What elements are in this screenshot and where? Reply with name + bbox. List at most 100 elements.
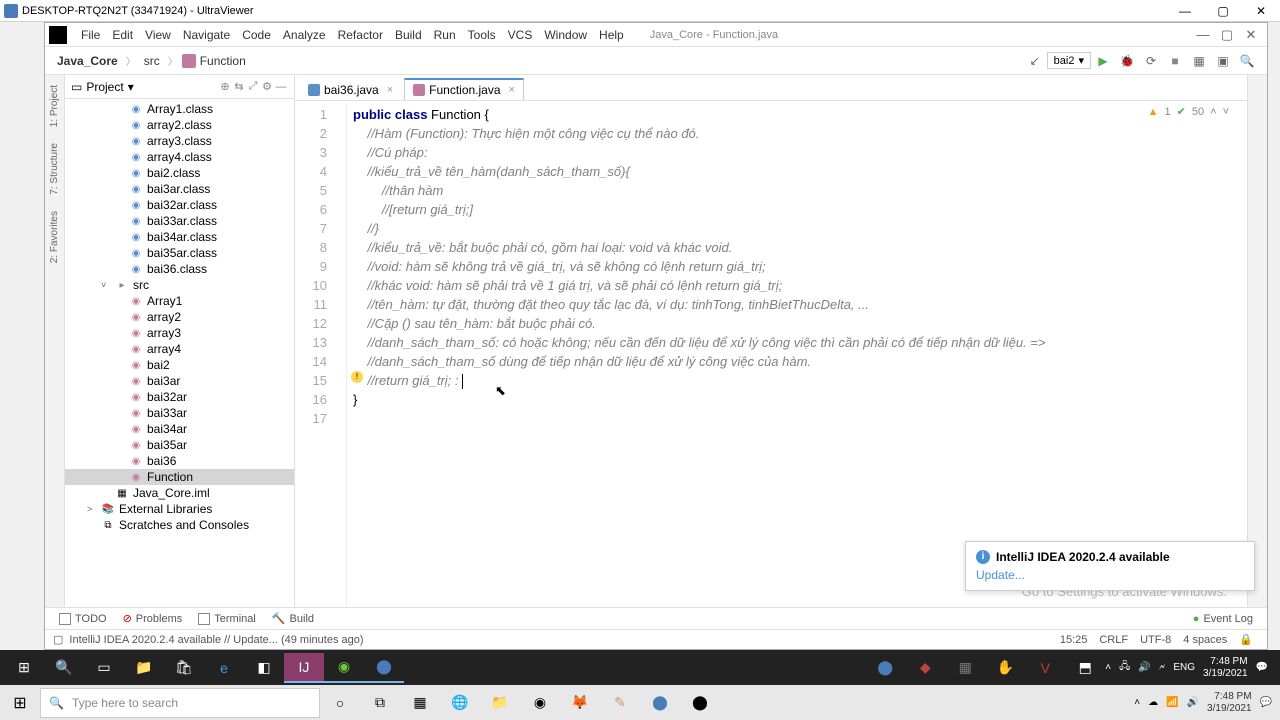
tree-item[interactable]: ˅▸src: [65, 277, 294, 293]
menu-vcs[interactable]: VCS: [502, 28, 539, 42]
file-encoding[interactable]: UTF-8: [1134, 634, 1177, 646]
ultraviewer-taskbar-icon[interactable]: ⬤: [640, 688, 680, 718]
menu-file[interactable]: File: [75, 28, 106, 42]
menu-build[interactable]: Build: [389, 28, 428, 42]
local-clock[interactable]: 7:48 PM3/19/2021: [1207, 691, 1252, 715]
explorer-icon[interactable]: 📁: [480, 688, 520, 718]
dropdown-icon[interactable]: ▾: [128, 80, 134, 94]
menu-code[interactable]: Code: [236, 28, 277, 42]
chevron-up-icon[interactable]: ˄: [1134, 697, 1140, 708]
app-icon[interactable]: ✎: [600, 688, 640, 718]
edge-icon[interactable]: e: [204, 653, 244, 683]
wifi-icon[interactable]: 📶: [1166, 697, 1178, 708]
structure-tool-tab[interactable]: 7: Structure: [47, 137, 62, 201]
tree-item[interactable]: ◉bai35ar: [65, 437, 294, 453]
onedrive-icon[interactable]: ☁: [1148, 697, 1158, 708]
network-icon[interactable]: 🖧: [1119, 659, 1130, 676]
app-icon[interactable]: ▦: [400, 688, 440, 718]
search-box[interactable]: 🔍 Type here to search: [40, 688, 320, 718]
code-editor[interactable]: 1234567891011121314151617 public class F…: [295, 101, 1247, 607]
tree-item[interactable]: ◉bai3ar: [65, 373, 294, 389]
edge-icon[interactable]: 🌐: [440, 688, 480, 718]
tree-item[interactable]: ◉bai36: [65, 453, 294, 469]
volume-icon[interactable]: 🔊: [1138, 662, 1150, 673]
close-icon[interactable]: ×: [509, 84, 515, 96]
volume-icon[interactable]: 🔊: [1187, 697, 1199, 708]
outer-close-button[interactable]: ✕: [1246, 4, 1276, 18]
local-start-button[interactable]: ⊞: [0, 685, 40, 720]
tree-item[interactable]: ◉array2.class: [65, 117, 294, 133]
tray-app-icon[interactable]: ⬤: [865, 653, 905, 683]
tree-item[interactable]: ◉bai2.class: [65, 165, 294, 181]
tree-item[interactable]: ◉array4: [65, 341, 294, 357]
ide-min-button[interactable]: —: [1191, 27, 1215, 42]
search-everywhere-button[interactable]: 🔍: [1236, 50, 1258, 72]
app-icon[interactable]: 🦊: [560, 688, 600, 718]
battery-icon[interactable]: 🗲: [1159, 662, 1166, 673]
notification-link[interactable]: Update...: [976, 568, 1244, 582]
status-icon[interactable]: ▢: [53, 633, 63, 646]
tree-item[interactable]: ◉array3.class: [65, 133, 294, 149]
app-icon[interactable]: ◧: [244, 653, 284, 683]
chevron-up-icon[interactable]: ˄: [1105, 662, 1111, 673]
favorites-tool-tab[interactable]: 2: Favorites: [47, 205, 62, 269]
build-tab[interactable]: 🔨Build: [264, 612, 322, 625]
debug-button[interactable]: 🐞: [1116, 50, 1138, 72]
menu-analyze[interactable]: Analyze: [277, 28, 332, 42]
tray-app-icon[interactable]: ◆: [905, 653, 945, 683]
tree-item[interactable]: ◉Array1.class: [65, 101, 294, 117]
remote-start-button[interactable]: ⊞: [4, 653, 44, 683]
menu-tools[interactable]: Tools: [462, 28, 502, 42]
up-icon[interactable]: ˄: [1210, 106, 1216, 118]
chrome-icon[interactable]: ◉: [520, 688, 560, 718]
caret-position[interactable]: 15:25: [1054, 634, 1094, 646]
ultraviewer-icon[interactable]: ⬤: [364, 653, 404, 683]
project-tool-tab[interactable]: 1: Project: [47, 79, 62, 133]
breadcrumb-project[interactable]: Java_Core: [53, 54, 122, 68]
ide-close-button[interactable]: ✕: [1239, 27, 1263, 43]
explorer-icon[interactable]: 📁: [124, 653, 164, 683]
tree-item[interactable]: ◉Function: [65, 469, 294, 485]
taskview-icon[interactable]: ⧉: [360, 688, 400, 718]
store-icon[interactable]: 🛍: [164, 653, 204, 683]
intention-bulb-icon[interactable]: !: [351, 371, 363, 383]
status-message[interactable]: IntelliJ IDEA 2020.2.4 available // Upda…: [63, 634, 369, 646]
problems-tab[interactable]: ⊘Problems: [115, 612, 191, 625]
tree-item[interactable]: ◉array4.class: [65, 149, 294, 165]
tree-item[interactable]: ▦Java_Core.iml: [65, 485, 294, 501]
tree-item[interactable]: ◉bai2: [65, 357, 294, 373]
tray-app-icon[interactable]: ⬒: [1065, 653, 1105, 683]
remote-taskview-button[interactable]: ▭: [84, 653, 124, 683]
tree-item[interactable]: ◉bai36.class: [65, 261, 294, 277]
menu-refactor[interactable]: Refactor: [332, 28, 389, 42]
tree-item[interactable]: ◉bai32ar: [65, 389, 294, 405]
tree-item[interactable]: ◉bai3ar.class: [65, 181, 294, 197]
line-separator[interactable]: CRLF: [1093, 634, 1134, 646]
tray-app-icon[interactable]: V: [1025, 653, 1065, 683]
tab-bai36[interactable]: bai36.java ×: [299, 79, 402, 100]
run-config-select[interactable]: bai2 ▾: [1047, 52, 1091, 69]
layout2-button[interactable]: ▣: [1212, 50, 1234, 72]
tree-item[interactable]: ◉bai34ar: [65, 421, 294, 437]
tree-item[interactable]: ◉Array1: [65, 293, 294, 309]
tree-item[interactable]: ◉bai33ar.class: [65, 213, 294, 229]
menu-edit[interactable]: Edit: [106, 28, 139, 42]
notifications-icon[interactable]: 💬: [1256, 662, 1268, 673]
stop-button[interactable]: ■: [1164, 50, 1186, 72]
hide-button[interactable]: —: [274, 80, 288, 94]
layout-button[interactable]: ▦: [1188, 50, 1210, 72]
run-button[interactable]: ▶: [1092, 50, 1114, 72]
ide-max-button[interactable]: ▢: [1215, 27, 1239, 43]
tree-item[interactable]: ◉array2: [65, 309, 294, 325]
tree-item[interactable]: ◉bai32ar.class: [65, 197, 294, 213]
terminal-tab[interactable]: Terminal: [190, 613, 264, 625]
down-icon[interactable]: ˅: [1223, 106, 1229, 118]
tree-item[interactable]: ⧉Scratches and Consoles: [65, 517, 294, 533]
menu-run[interactable]: Run: [428, 28, 462, 42]
back-button[interactable]: ↙: [1024, 50, 1046, 72]
breadcrumb-file[interactable]: Function: [196, 54, 250, 68]
collapse-all-button[interactable]: ⤢: [246, 80, 260, 94]
lock-icon[interactable]: 🔒: [1233, 633, 1259, 646]
notifications-icon[interactable]: 💬: [1260, 697, 1272, 708]
menu-view[interactable]: View: [139, 28, 177, 42]
